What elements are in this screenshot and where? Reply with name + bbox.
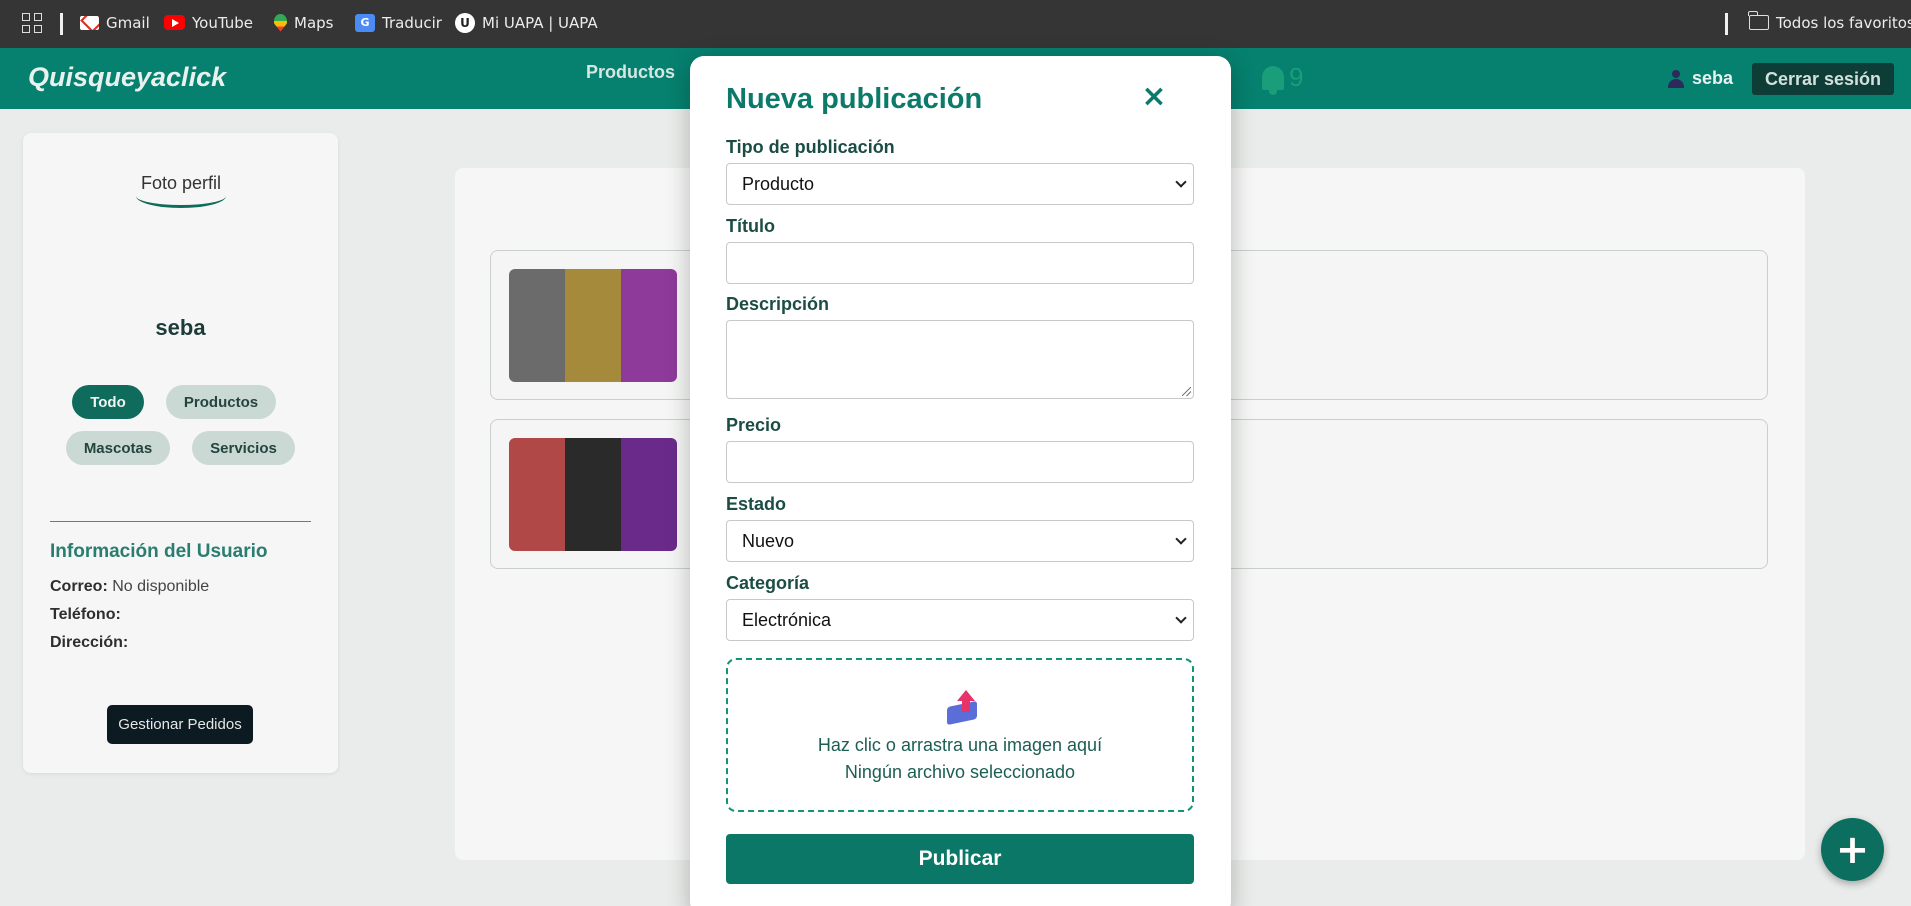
folder-icon bbox=[1748, 11, 1769, 30]
gmail-icon bbox=[80, 15, 99, 30]
title-label: Título bbox=[726, 216, 775, 236]
youtube-icon bbox=[164, 15, 185, 30]
bookmark-label: Traducir bbox=[382, 13, 442, 32]
maps-icon bbox=[274, 13, 287, 32]
bookmark-label: Maps bbox=[294, 13, 334, 32]
all-bookmarks-folder[interactable]: Todos los favoritos bbox=[1748, 0, 1911, 45]
description-label: Descripción bbox=[726, 294, 830, 314]
type-label: Tipo de publicación bbox=[726, 137, 895, 157]
dropzone-instructions: Haz clic o arrastra una imagen aquí bbox=[817, 735, 1103, 755]
price-label: Precio bbox=[726, 415, 782, 435]
state-label: Estado bbox=[726, 494, 787, 514]
category-select-value: Electrónica bbox=[742, 609, 832, 630]
price-input[interactable] bbox=[726, 441, 1194, 483]
category-label: Categoría bbox=[726, 573, 810, 593]
bookmark-label: Mi UAPA | UAPA bbox=[482, 13, 598, 32]
state-select-value: Nuevo bbox=[742, 530, 795, 551]
bookmark-label: Gmail bbox=[106, 13, 150, 32]
bookmarks-bar: Gmail YouTube Maps G Traducir U Mi UAPA … bbox=[0, 0, 1911, 48]
chevron-down-icon bbox=[1175, 612, 1187, 624]
close-icon[interactable]: × bbox=[1136, 79, 1172, 115]
type-select[interactable]: Producto bbox=[726, 163, 1194, 205]
bookmark-separator bbox=[1725, 13, 1728, 35]
bookmark-maps[interactable]: Maps bbox=[274, 0, 333, 45]
modal-title: Nueva publicación bbox=[726, 83, 983, 115]
bookmark-youtube[interactable]: YouTube bbox=[164, 0, 253, 45]
uapa-icon: U bbox=[455, 12, 475, 33]
resize-grip-icon[interactable] bbox=[1182, 387, 1191, 396]
bookmark-gmail[interactable]: Gmail bbox=[80, 0, 150, 45]
chevron-down-icon bbox=[1175, 176, 1187, 188]
add-publication-button[interactable]: + bbox=[1821, 818, 1884, 881]
all-bookmarks-label: Todos los favoritos bbox=[1776, 13, 1911, 32]
apps-grid-icon[interactable] bbox=[22, 13, 42, 33]
upload-icon bbox=[946, 690, 980, 726]
chevron-down-icon bbox=[1175, 533, 1187, 545]
translate-icon: G bbox=[355, 13, 375, 32]
dropzone-file-status: Ningún archivo seleccionado bbox=[844, 762, 1076, 782]
type-select-value: Producto bbox=[742, 173, 815, 194]
category-select[interactable]: Electrónica bbox=[726, 599, 1194, 641]
bookmark-separator bbox=[60, 13, 63, 35]
publish-button[interactable]: Publicar bbox=[726, 834, 1194, 884]
bookmark-label: YouTube bbox=[192, 13, 253, 32]
bookmark-translate[interactable]: G Traducir bbox=[355, 0, 442, 45]
bookmark-uapa[interactable]: U Mi UAPA | UAPA bbox=[455, 0, 598, 45]
title-input[interactable] bbox=[726, 242, 1194, 284]
state-select[interactable]: Nuevo bbox=[726, 520, 1194, 562]
new-publication-modal: Nueva publicación × Tipo de publicación … bbox=[690, 56, 1231, 906]
image-dropzone[interactable]: Haz clic o arrastra una imagen aquí Ning… bbox=[726, 658, 1194, 812]
description-textarea[interactable] bbox=[726, 320, 1194, 399]
